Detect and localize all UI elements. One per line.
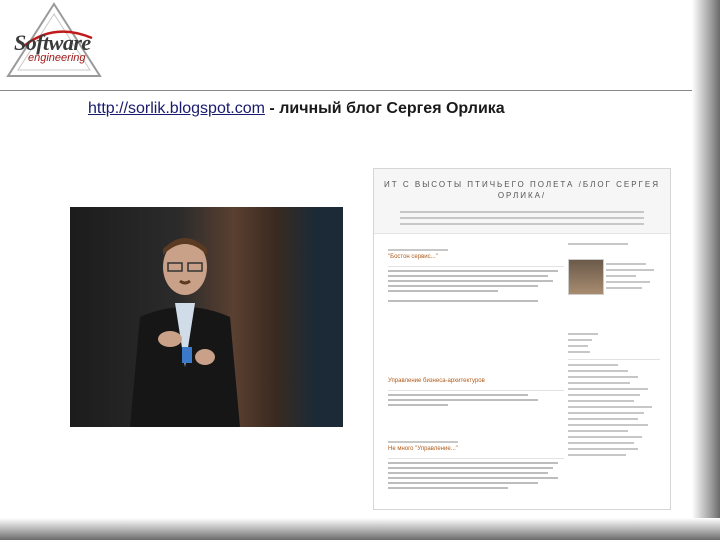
- slide-header: Software engineering: [0, 0, 720, 90]
- slide-frame: Software engineering http://sorlik.blogs…: [0, 0, 720, 540]
- speaker-figure: [130, 238, 240, 427]
- post-date: [388, 249, 564, 251]
- speaker-photo: [70, 207, 343, 427]
- slide-headline: http://sorlik.blogspot.com - личный блог…: [88, 100, 505, 118]
- blog-title: ИТ С ВЫСОТЫ ПТИЧЬЕГО ПОЛЕТА /БЛОГ СЕРГЕЯ…: [384, 180, 660, 200]
- headline-text: - личный блог Сергея Орлика: [264, 100, 505, 117]
- post-title[interactable]: Не много "Управление...": [388, 446, 564, 452]
- blog-post: "Бостон сервис...": [388, 245, 564, 302]
- post-title[interactable]: Управление бизнеса-архитектуров: [388, 378, 564, 384]
- post-title[interactable]: "Бостон сервис...": [388, 254, 564, 260]
- blog-link[interactable]: http://sorlik.blogspot.com: [88, 100, 265, 117]
- blog-subtitle: [400, 207, 644, 225]
- slide-shadow-right: [692, 0, 720, 540]
- blog-screenshot: ИТ С ВЫСОТЫ ПТИЧЬЕГО ПОЛЕТА /БЛОГ СЕРГЕЯ…: [373, 168, 671, 510]
- author-avatar: [568, 259, 604, 295]
- blog-sidebar: [568, 239, 660, 456]
- post-date: [388, 441, 564, 443]
- header-divider: [0, 90, 692, 91]
- blog-header: ИТ С ВЫСОТЫ ПТИЧЬЕГО ПОЛЕТА /БЛОГ СЕРГЕЯ…: [374, 169, 670, 234]
- blog-post: Не много "Управление...": [388, 437, 564, 489]
- slide-shadow-bottom: [0, 518, 720, 540]
- blog-post: Управление бизнеса-архитектуров: [388, 375, 564, 406]
- logo-text-engineering: engineering: [28, 52, 86, 64]
